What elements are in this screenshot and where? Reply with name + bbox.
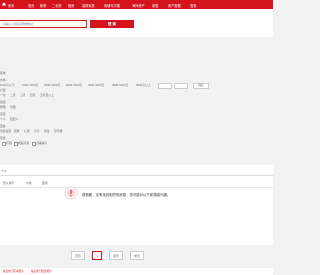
filter-region-label: 区域: [0, 71, 6, 75]
filter-check-label: 筛选: [0, 136, 6, 140]
nav-item-data[interactable]: 房产数据: [168, 3, 181, 8]
check-option-2[interactable]: 视频房源: [18, 141, 29, 145]
results-divider: [0, 175, 273, 176]
price-max-input[interactable]: [174, 82, 188, 89]
nav-logo[interactable]: 房米: [8, 3, 14, 8]
more-option-2[interactable]: 别墅: [14, 129, 20, 133]
nav-item-second[interactable]: 二手房: [52, 3, 62, 8]
sort-price[interactable]: 价格: [26, 181, 32, 185]
sort-default[interactable]: 默认排序: [3, 181, 14, 185]
filter-rooms-label: 户型: [0, 88, 6, 92]
rooms-option-3[interactable]: 三室: [20, 93, 26, 97]
price-option-1[interactable]: 1000元以下: [0, 83, 15, 87]
pager-next[interactable]: 尾页: [109, 251, 123, 260]
search-box: [0, 20, 87, 28]
nav-item-home2[interactable]: 家居: [152, 3, 158, 8]
nav-item-rent[interactable]: 租房: [68, 3, 74, 8]
price-option-7[interactable]: 5000元以上: [136, 83, 151, 87]
nav-item-decor[interactable]: 装修家居: [82, 3, 95, 8]
bottom-tab-region[interactable]: 临安热门区域租房: [3, 269, 24, 274]
type-option-2[interactable]: 合租: [10, 105, 16, 109]
results-panel: 个人 默认排序 价格 面积: [0, 165, 273, 245]
price-option-4[interactable]: 2000-3000元: [66, 83, 82, 87]
results-tab-personal[interactable]: 个人: [1, 169, 7, 173]
type-option-1[interactable]: 整租: [0, 105, 6, 109]
nav-item-overseas[interactable]: 海外房产: [132, 3, 145, 8]
nav-item-new[interactable]: 新房: [40, 3, 46, 8]
rooms-option-2[interactable]: 二室: [10, 93, 16, 97]
bottom-tab-estate[interactable]: 临安热门楼盘租房: [31, 269, 52, 274]
price-min-input[interactable]: [158, 82, 172, 89]
price-option-3[interactable]: 1500-2000元: [44, 83, 60, 87]
filter-type-label: 类型: [0, 100, 6, 104]
rooms-option-1[interactable]: 一室: [0, 93, 6, 97]
nav-item-shop[interactable]: 商铺写字楼: [104, 3, 120, 8]
price-option-6[interactable]: 4000-5000元: [112, 83, 128, 87]
nav-item-login[interactable]: 登录: [190, 3, 196, 8]
nav-item-home[interactable]: 首页: [28, 3, 34, 8]
source-option-1[interactable]: 个人: [0, 117, 6, 121]
empty-result-message: 很抱歉，没有找到相符的房源，您可能对以下房源感兴趣。: [82, 193, 171, 197]
top-nav: 房米 首页 新房 二手房 租房 装修家居 商铺写字楼 海外房产 家居 房产数据 …: [0, 0, 273, 9]
filter-source-label: 来源: [0, 112, 6, 116]
price-option-5[interactable]: 3000-4000元: [88, 83, 104, 87]
warning-icon: [64, 186, 78, 200]
filter-more-label: 更多: [0, 124, 6, 128]
search-button[interactable]: 搜 索: [90, 20, 134, 28]
check-option-1[interactable]: 有图: [6, 141, 12, 145]
check-option-3[interactable]: 直播看房: [36, 141, 47, 145]
more-option-3[interactable]: 公寓: [24, 129, 30, 133]
rooms-option-4[interactable]: 四室: [30, 93, 36, 97]
more-option-5[interactable]: 商住: [44, 129, 50, 133]
pager-last[interactable]: 末页: [130, 251, 144, 260]
price-option-2[interactable]: 1000-1500元: [22, 83, 38, 87]
more-option-4[interactable]: 平房: [34, 129, 40, 133]
more-option-1[interactable]: 普通住宅: [0, 129, 11, 133]
sort-area[interactable]: 面积: [42, 181, 48, 185]
filter-panel: 区域 价格 1000元以下 1000-1500元 1500-2000元 2000…: [0, 45, 273, 165]
pager-first[interactable]: 首页: [71, 251, 85, 260]
filter-price-label: 价格: [0, 78, 6, 82]
pager-current[interactable]: 1: [92, 251, 102, 260]
search-input[interactable]: [0, 21, 87, 27]
sort-bar: 默认排序 价格 面积: [0, 179, 273, 188]
home-icon[interactable]: [2, 2, 6, 6]
more-option-6[interactable]: 写字楼: [54, 129, 62, 133]
source-option-2[interactable]: 经纪人: [10, 117, 18, 121]
price-confirm-button[interactable]: 确定: [193, 82, 209, 89]
rooms-option-5[interactable]: 五室及以上: [40, 93, 54, 97]
